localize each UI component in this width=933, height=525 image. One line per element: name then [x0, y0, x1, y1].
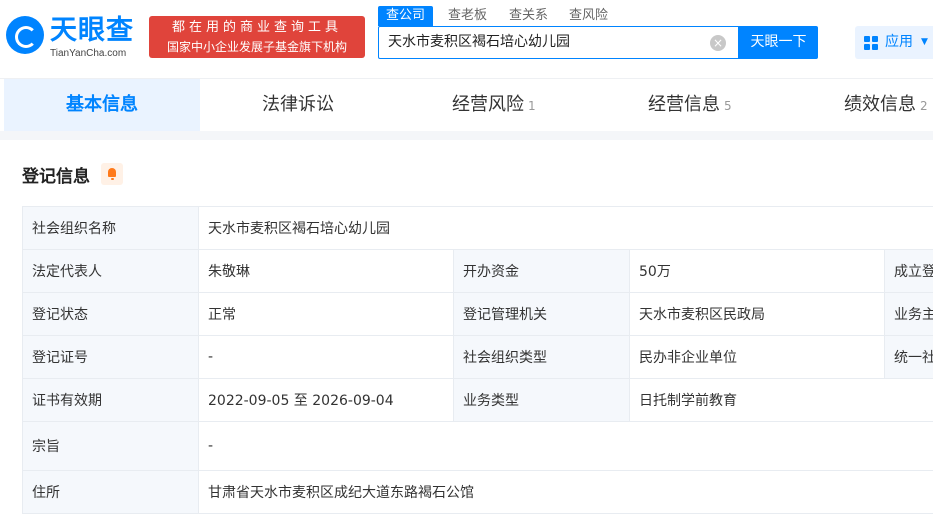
bell-icon[interactable] — [101, 163, 123, 185]
tab-legal[interactable]: 法律诉讼 — [262, 79, 334, 131]
address-value: 甘肃省天水市麦积区成纪大道东路褐石公馆 — [198, 470, 933, 514]
tab-count: 5 — [724, 99, 732, 113]
search-input-value: 天水市麦积区褐石培心幼儿园 — [388, 34, 570, 50]
detail-nav-tabs: 基本信息 法律诉讼 经营风险 1 经营信息 5 绩效信息 2 — [0, 78, 933, 131]
capital-value: 50万 — [629, 249, 885, 293]
legal-rep-value[interactable]: 朱敬琳 — [198, 249, 454, 293]
registration-table: 社会组织名称 天水市麦积区褐石培心幼儿园 法定代表人 朱敬琳 开办资金 50万 … — [22, 206, 933, 514]
chevron-down-icon: ▼ — [921, 37, 928, 47]
slogan-line-2: 国家中小企业发展子基金旗下机构 — [166, 40, 347, 54]
table-row: 住所 甘肃省天水市麦积区成纪大道东路褐石公馆 — [22, 470, 933, 514]
field-label: 住所 — [22, 470, 199, 514]
search-tab-boss[interactable]: 查老板 — [448, 6, 487, 26]
cert-no-value: - — [198, 335, 454, 379]
org-type-value: 民办非企业单位 — [629, 335, 885, 379]
tab-operating-info[interactable]: 经营信息 5 — [648, 79, 732, 131]
field-label: 统一社 — [884, 335, 933, 379]
field-label: 证书有效期 — [22, 378, 199, 422]
tab-operating-risk[interactable]: 经营风险 1 — [452, 79, 536, 131]
grid-icon — [864, 36, 878, 50]
authority-value: 天水市麦积区民政局 — [629, 292, 885, 336]
registration-section: 登记信息 社会组织名称 天水市麦积区褐石培心幼儿园 法定代表人 朱敬琳 开办资金… — [0, 140, 933, 525]
field-label: 开办资金 — [453, 249, 630, 293]
search-tab-relation[interactable]: 查关系 — [509, 6, 548, 26]
field-label: 法定代表人 — [22, 249, 199, 293]
clear-icon[interactable]: × — [710, 35, 726, 51]
org-name-value: 天水市麦积区褐石培心幼儿园 — [198, 206, 933, 250]
biz-type-value: 日托制学前教育 — [629, 378, 933, 422]
field-label: 社会组织类型 — [453, 335, 630, 379]
search-tab-company[interactable]: 查公司 — [378, 6, 434, 26]
site-logo[interactable]: 天眼查 TianYanCha.com — [6, 14, 146, 64]
search-tab-risk[interactable]: 查风险 — [569, 6, 608, 26]
field-label: 业务类型 — [453, 378, 630, 422]
slogan-line-1: 都在用的商业查询工具 — [171, 20, 342, 35]
logo-icon — [6, 16, 44, 54]
tab-label: 基本信息 — [66, 94, 138, 115]
search-button[interactable]: 天眼一下 — [739, 26, 818, 59]
field-label: 成立登 — [884, 249, 933, 293]
tab-label: 法律诉讼 — [262, 94, 334, 115]
section-title: 登记信息 — [22, 167, 90, 187]
field-label: 登记管理机关 — [453, 292, 630, 336]
validity-value: 2022-09-05 至 2026-09-04 — [198, 378, 454, 422]
field-label: 业务主 — [884, 292, 933, 336]
tab-label: 经营风险 — [452, 94, 524, 115]
table-row: 登记状态 正常 登记管理机关 天水市麦积区民政局 业务主 — [22, 292, 933, 336]
tab-basic-info[interactable]: 基本信息 — [4, 79, 200, 131]
logo-name: 天眼查 — [50, 15, 134, 46]
table-row: 证书有效期 2022-09-05 至 2026-09-04 业务类型 日托制学前… — [22, 378, 933, 422]
purpose-value: - — [198, 421, 933, 471]
field-label: 登记状态 — [22, 292, 199, 336]
tab-performance[interactable]: 绩效信息 2 — [844, 79, 928, 131]
tab-label: 绩效信息 — [844, 94, 916, 115]
slogan-banner: 都在用的商业查询工具 国家中小企业发展子基金旗下机构 — [149, 16, 365, 58]
top-header: 天眼查 TianYanCha.com 都在用的商业查询工具 国家中小企业发展子基… — [0, 0, 933, 78]
status-value: 正常 — [198, 292, 454, 336]
logo-subtitle: TianYanCha.com — [50, 48, 127, 59]
apps-menu-button[interactable]: 应用 ▼ — [855, 26, 933, 59]
field-label: 宗旨 — [22, 421, 199, 471]
table-row: 法定代表人 朱敬琳 开办资金 50万 成立登 — [22, 249, 933, 293]
field-label: 登记证号 — [22, 335, 199, 379]
field-label: 社会组织名称 — [22, 206, 199, 250]
table-row: 社会组织名称 天水市麦积区褐石培心幼儿园 — [22, 206, 933, 250]
tab-label: 经营信息 — [648, 94, 720, 115]
search-input[interactable]: 天水市麦积区褐石培心幼儿园 × — [378, 26, 739, 59]
tab-count: 2 — [920, 99, 928, 113]
tab-count: 1 — [528, 99, 536, 113]
table-row: 登记证号 - 社会组织类型 民办非企业单位 统一社 — [22, 335, 933, 379]
apps-label: 应用 — [885, 34, 913, 50]
table-row: 宗旨 - — [22, 421, 933, 471]
